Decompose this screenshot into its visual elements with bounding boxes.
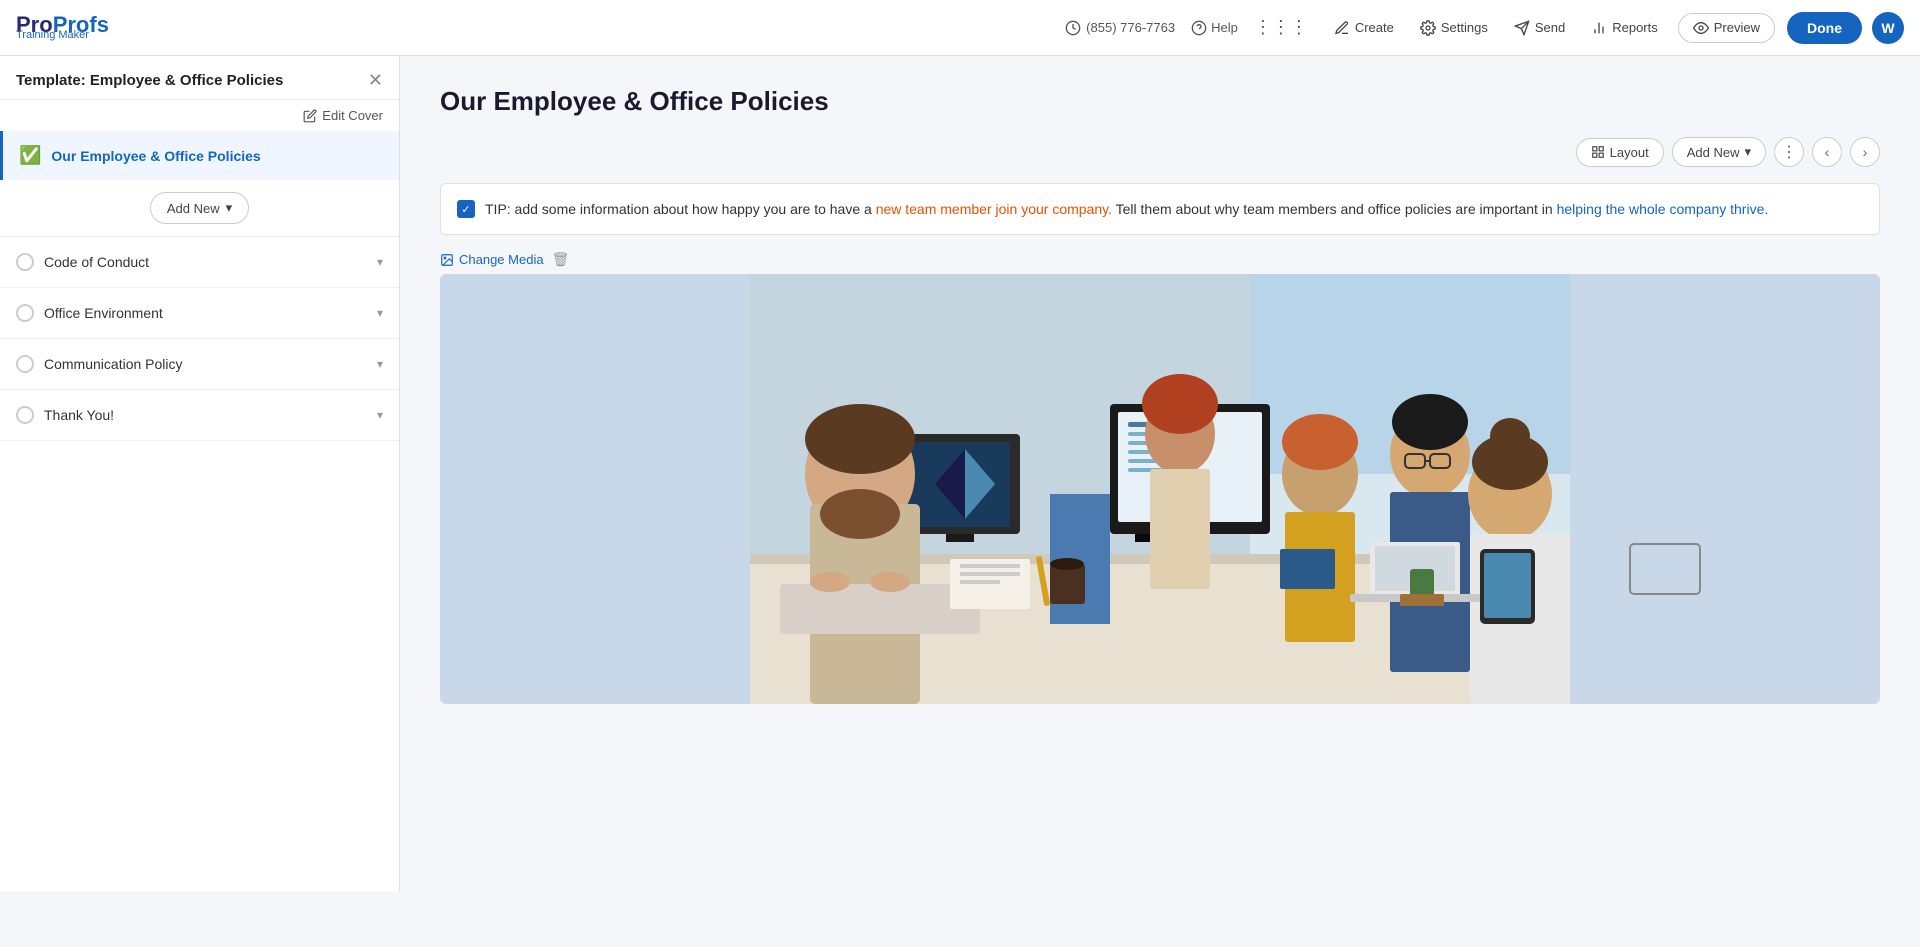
- send-icon: [1514, 20, 1530, 36]
- add-new-row: Add New ▾: [0, 180, 399, 237]
- sidebar-item-communication-policy[interactable]: Communication Policy ▾: [0, 339, 399, 390]
- tip-text: TIP: add some information about how happ…: [485, 198, 1768, 220]
- settings-button[interactable]: Settings: [1408, 14, 1500, 42]
- add-new-button[interactable]: Add New ▾: [150, 192, 249, 224]
- add-new-content-button[interactable]: Add New ▾: [1672, 137, 1766, 167]
- tip-box: ✓ TIP: add some information about how ha…: [440, 183, 1880, 235]
- done-button[interactable]: Done: [1787, 12, 1862, 44]
- change-media-button[interactable]: Change Media: [440, 252, 544, 267]
- grid-button[interactable]: ⋮⋮⋮: [1254, 17, 1308, 38]
- main-layout: Template: Employee & Office Policies ✕ E…: [0, 56, 1920, 891]
- sidebar-item-thank-you[interactable]: Thank You! ▾: [0, 390, 399, 441]
- sidebar-item-office-environment[interactable]: Office Environment ▾: [0, 288, 399, 339]
- office-image: [440, 274, 1880, 704]
- prev-page-button[interactable]: ‹: [1812, 137, 1842, 167]
- nav-circle: [16, 406, 34, 424]
- logo-area: ProProfs Training Maker: [16, 14, 109, 41]
- nav-actions: Create Settings Send Reports: [1322, 14, 1670, 42]
- preview-button[interactable]: Preview: [1678, 13, 1775, 43]
- next-page-button[interactable]: ›: [1850, 137, 1880, 167]
- more-options-button[interactable]: ⋮: [1774, 137, 1804, 167]
- clock-icon: [1065, 20, 1081, 36]
- nav-circle: [16, 355, 34, 373]
- layout-icon: [1591, 145, 1605, 159]
- image-icon: [440, 253, 454, 267]
- eye-icon: [1693, 20, 1709, 36]
- chevron-icon: ▾: [377, 306, 383, 320]
- office-image-svg: [440, 274, 1880, 704]
- help-button[interactable]: Help: [1191, 20, 1238, 36]
- chevron-icon: ▾: [377, 255, 383, 269]
- delete-media-button[interactable]: 🗑: [552, 251, 570, 268]
- edit-cover-row: Edit Cover: [0, 100, 399, 131]
- user-avatar[interactable]: W: [1872, 12, 1904, 44]
- layout-button[interactable]: Layout: [1576, 138, 1664, 167]
- active-item-label: Our Employee & Office Policies: [51, 148, 260, 164]
- edit-cover-button[interactable]: Edit Cover: [303, 108, 383, 123]
- sidebar-active-item[interactable]: ✅ Our Employee & Office Policies: [0, 131, 399, 180]
- chevron-icon: ▾: [377, 357, 383, 371]
- sidebar-item-code-of-conduct[interactable]: Code of Conduct ▾: [0, 237, 399, 288]
- create-button[interactable]: Create: [1322, 14, 1406, 42]
- media-toolbar: Change Media 🗑: [440, 251, 1880, 268]
- close-button[interactable]: ✕: [368, 70, 383, 91]
- sidebar: Template: Employee & Office Policies ✕ E…: [0, 56, 400, 891]
- reports-button[interactable]: Reports: [1579, 14, 1670, 42]
- main-content: Our Employee & Office Policies Layout Ad…: [400, 56, 1920, 891]
- tip-check-icon: ✓: [457, 200, 475, 218]
- content-toolbar: Layout Add New ▾ ⋮ ‹ ›: [440, 137, 1880, 167]
- settings-icon: [1420, 20, 1436, 36]
- send-button[interactable]: Send: [1502, 14, 1577, 42]
- create-icon: [1334, 20, 1350, 36]
- pencil-icon: [303, 109, 317, 123]
- logo: ProProfs Training Maker: [16, 14, 109, 41]
- help-icon: [1191, 20, 1207, 36]
- topbar-right: (855) 776-7763 Help ⋮⋮⋮ Create Settings …: [1065, 12, 1904, 44]
- check-icon: ✅: [19, 145, 41, 166]
- chevron-icon: ▾: [377, 408, 383, 422]
- reports-icon: [1591, 20, 1607, 36]
- topbar: ProProfs Training Maker (855) 776-7763 H…: [0, 0, 1920, 56]
- page-title: Our Employee & Office Policies: [440, 86, 1880, 117]
- sidebar-title: Template: Employee & Office Policies: [16, 72, 283, 89]
- phone-number: (855) 776-7763: [1065, 20, 1175, 36]
- sidebar-header: Template: Employee & Office Policies ✕: [0, 56, 399, 100]
- nav-circle: [16, 253, 34, 271]
- nav-circle: [16, 304, 34, 322]
